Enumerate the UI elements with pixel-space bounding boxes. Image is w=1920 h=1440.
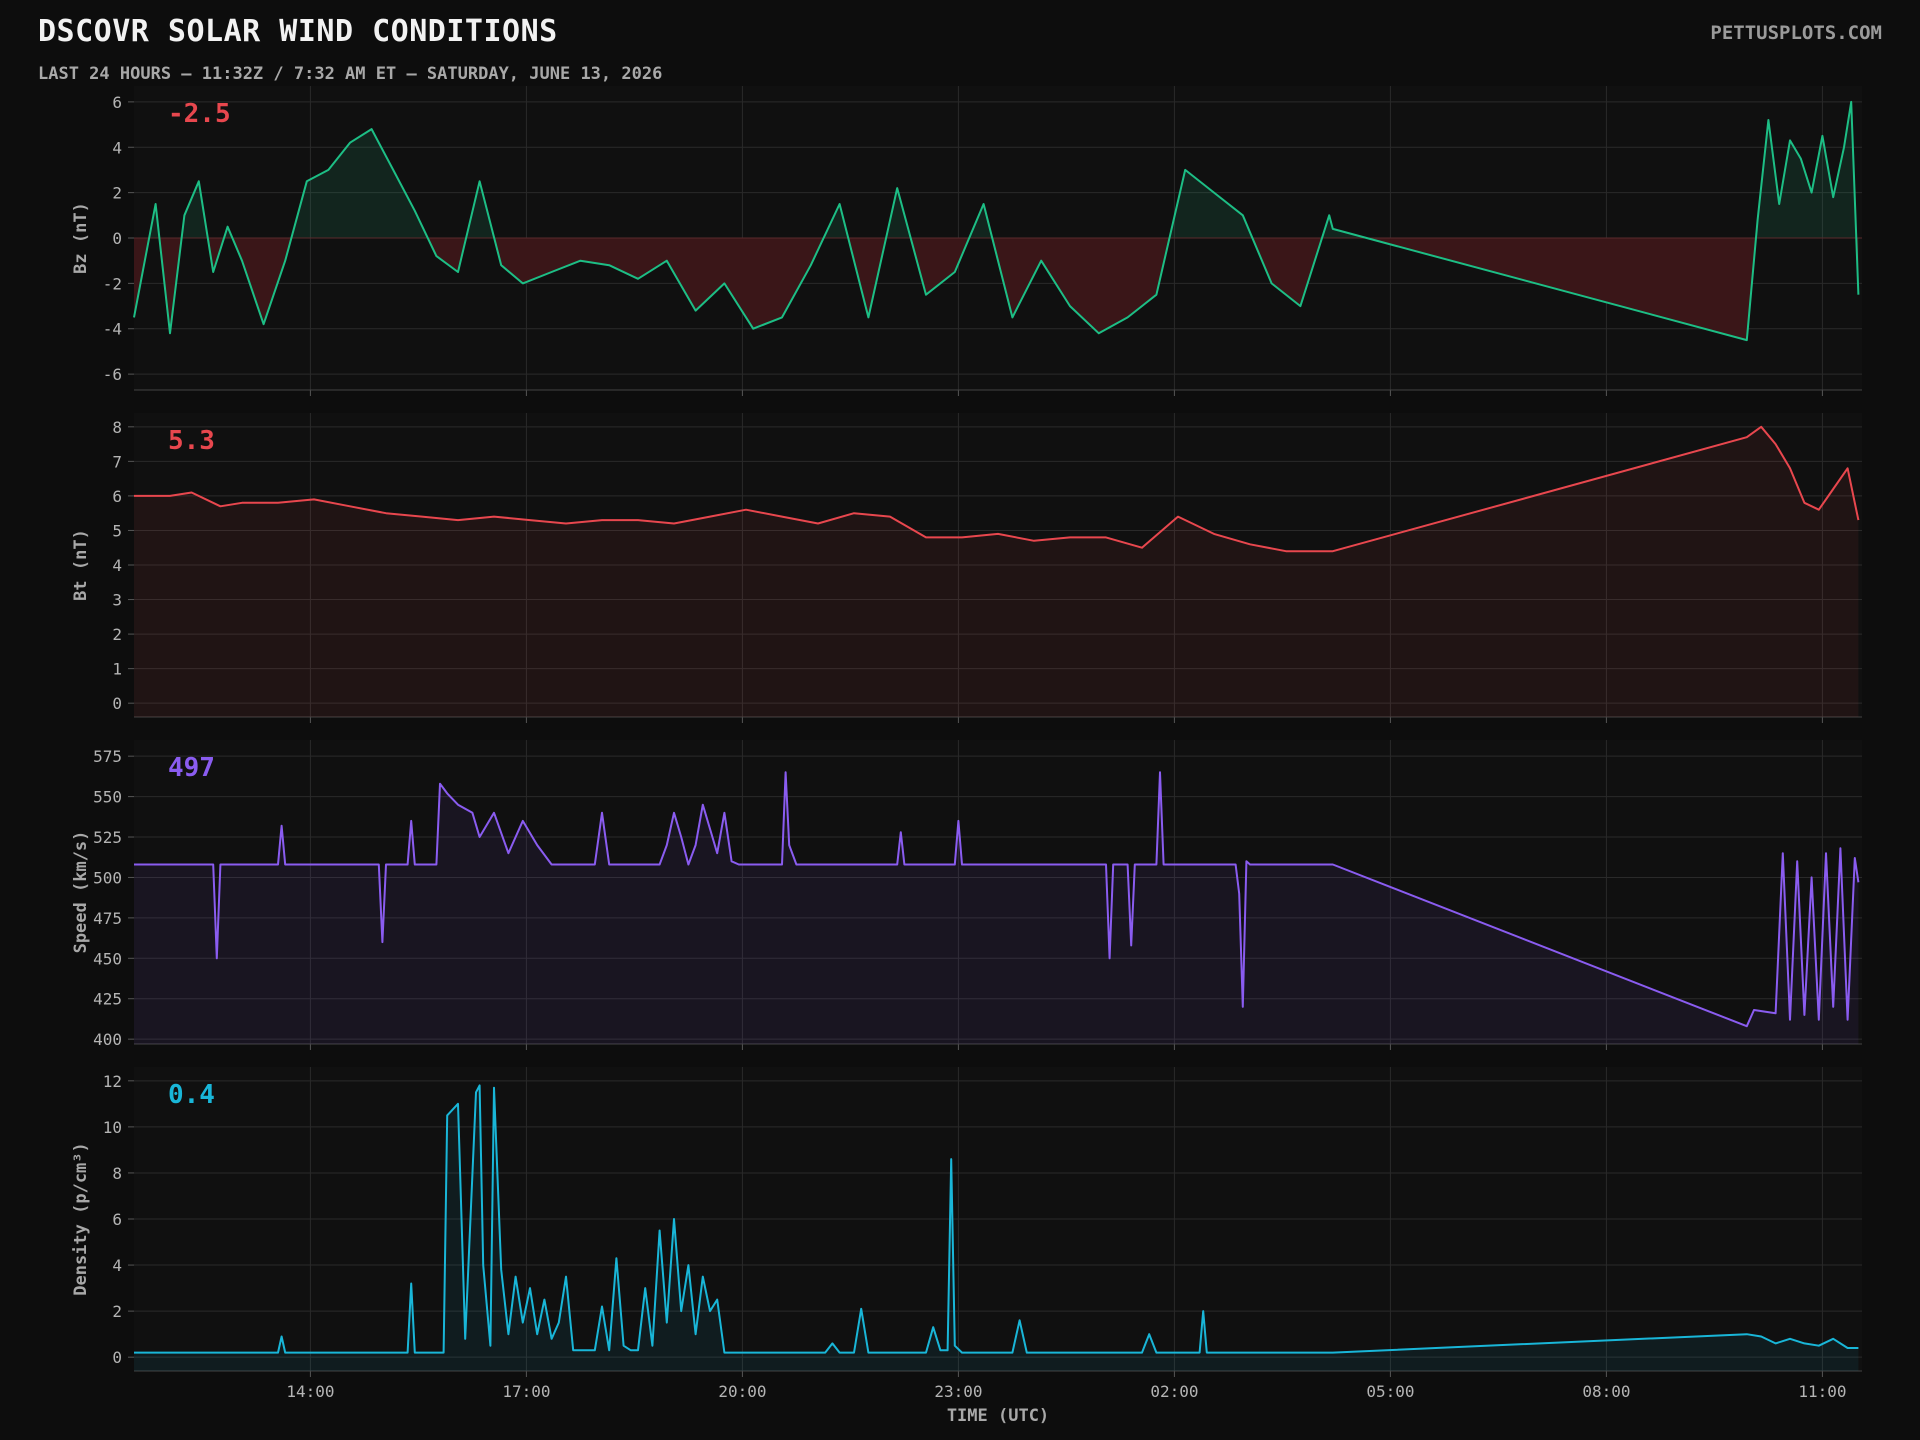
speed-ytick-label: 475 — [93, 909, 122, 928]
bz-ytick-label: 2 — [112, 184, 122, 203]
speed-ytick-label: 400 — [93, 1030, 122, 1049]
bt-ytick-label: 7 — [112, 452, 122, 471]
speed-ytick-label: 525 — [93, 828, 122, 847]
speed-ytick-label: 425 — [93, 990, 122, 1009]
bt-ytick-label: 1 — [112, 660, 122, 679]
bz-ytick-label: -2 — [103, 274, 122, 293]
x-tick-label: 02:00 — [1150, 1382, 1198, 1401]
speed-y-axis-label: Speed (km/s) — [71, 831, 91, 954]
bt-ytick-label: 4 — [112, 556, 122, 575]
bt-ytick-label: 5 — [112, 521, 122, 540]
x-tick-label: 11:00 — [1798, 1382, 1846, 1401]
bz-y-axis-label: Bz (nT) — [71, 202, 91, 274]
speed-ytick-label: 550 — [93, 788, 122, 807]
density-ytick-label: 10 — [103, 1118, 122, 1137]
bt-current-value: 5.3 — [168, 426, 215, 456]
density-ytick-label: 4 — [112, 1256, 122, 1275]
density-ytick-label: 12 — [103, 1072, 122, 1091]
x-tick-label: 17:00 — [502, 1382, 550, 1401]
density-current-value: 0.4 — [168, 1080, 215, 1110]
x-tick-label: 14:00 — [286, 1382, 334, 1401]
speed-ytick-label: 450 — [93, 949, 122, 968]
speed-ytick-label: 500 — [93, 868, 122, 887]
bt-panel: 0 1 2 3 4 5 6 7 8 Bt (nT) 5.3 — [71, 413, 1862, 723]
x-tick-label: 23:00 — [934, 1382, 982, 1401]
speed-panel: 400 425 450 475 500 525 550 575 Speed (km/s) 497 — [71, 740, 1862, 1050]
x-tick-label: 20:00 — [718, 1382, 766, 1401]
speed-current-value: 497 — [168, 753, 215, 783]
x-axis-label: TIME (UTC) — [947, 1406, 1049, 1426]
bz-ytick-label: -6 — [103, 365, 122, 384]
density-ytick-label: 8 — [112, 1164, 122, 1183]
bt-y-axis-label: Bt (nT) — [71, 529, 91, 601]
bt-ytick-label: 0 — [112, 694, 122, 713]
bz-ytick-label: -4 — [103, 320, 122, 339]
bt-ytick-label: 6 — [112, 487, 122, 506]
density-ytick-label: 0 — [112, 1348, 122, 1367]
x-tick-label: 05:00 — [1366, 1382, 1414, 1401]
x-tick-label: 08:00 — [1582, 1382, 1630, 1401]
bt-ytick-label: 2 — [112, 625, 122, 644]
solar-wind-charts: -6-4-20246Bz (nT)-2.5012345678Bt (nT)5.3… — [71, 86, 1862, 1426]
speed-ytick-label: 575 — [93, 747, 122, 766]
bt-ytick-label: 3 — [112, 591, 122, 610]
bz-current-value: -2.5 — [168, 99, 231, 129]
bz-ytick-label: 6 — [112, 93, 122, 112]
density-ytick-label: 2 — [112, 1302, 122, 1321]
density-y-axis-label: Density (p/cm³) — [71, 1142, 91, 1296]
bt-ytick-label: 8 — [112, 418, 122, 437]
density-ytick-label: 6 — [112, 1210, 122, 1229]
density-panel: 0 2 4 6 8 10 12 Density (p/cm³) 0.4 — [71, 1067, 1862, 1377]
bz-ytick-label: 4 — [112, 138, 122, 157]
bz-ytick-label: 0 — [112, 229, 122, 248]
bz-panel: -6 -4 -2 0 2 4 6 Bz (nT) -2.5 — [71, 86, 1862, 396]
